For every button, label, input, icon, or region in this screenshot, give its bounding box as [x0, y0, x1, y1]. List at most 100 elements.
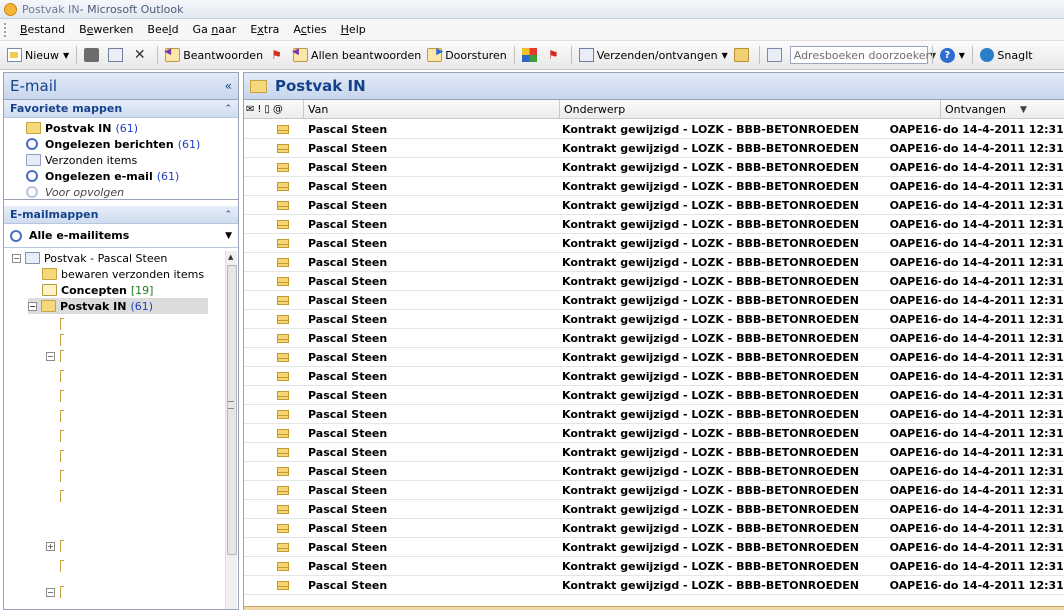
message-row[interactable]: Pascal Steen Kontrakt gewijzigd - LOZK - … [244, 158, 1064, 177]
message-row[interactable]: Pascal Steen Kontrakt gewijzigd - LOZK - … [244, 576, 1064, 595]
menu-ga-naar[interactable]: Ga naar [186, 23, 244, 36]
menu-beeld[interactable]: Beeld [140, 23, 185, 36]
tree-concepten[interactable]: Concepten [19] [42, 282, 153, 298]
send-receive-button[interactable]: Verzenden/ontvangen ▼ [576, 44, 731, 66]
subfolder-icon[interactable] [60, 334, 64, 346]
folder-button[interactable] [731, 44, 755, 66]
favorite-voor-opvolgen[interactable]: Voor opvolgen [26, 184, 238, 200]
menu-grip[interactable] [4, 22, 7, 37]
column-received[interactable]: Ontvangen [941, 100, 1061, 118]
help-dropdown-icon[interactable]: ▼ [959, 51, 965, 60]
print-button[interactable] [81, 44, 105, 66]
column-subject[interactable]: Onderwerp [560, 100, 941, 118]
help-button[interactable]: ? ▼ [937, 44, 968, 66]
categorize-button[interactable] [519, 44, 543, 66]
scroll-up-icon[interactable]: ▲ [228, 253, 233, 261]
collapse-section-icon[interactable]: ⌃ [224, 104, 232, 114]
address-book-button[interactable] [764, 44, 788, 66]
favorite-verzonden-items[interactable]: Verzonden items [26, 152, 238, 168]
subfolder-icon[interactable] [60, 350, 64, 362]
column-icons[interactable]: ✉ ! ▯ @ [244, 100, 304, 118]
collapse-icon[interactable]: − [28, 301, 37, 311]
expand-icon[interactable]: + [46, 542, 55, 551]
message-row[interactable]: Pascal Steen Kontrakt gewijzigd - LOZK - … [244, 139, 1064, 158]
new-button[interactable]: Nieuw ▼ [4, 44, 72, 66]
message-row[interactable]: Pascal Steen Kontrakt gewijzigd - LOZK - … [244, 405, 1064, 424]
message-row[interactable]: Pascal Steen Kontrakt gewijzigd - LOZK - … [244, 329, 1064, 348]
snagit-button[interactable]: SnagIt [977, 44, 1036, 66]
address-book-search-input[interactable]: Adresboeken doorzoeker ▼ [789, 46, 936, 64]
menu-bestand[interactable]: Bestand [13, 23, 72, 36]
subfolder-icon[interactable] [60, 318, 64, 330]
new-dropdown-icon[interactable]: ▼ [63, 51, 69, 60]
favorites-header[interactable]: Favoriete mappen ⌃ [4, 100, 238, 118]
menu-bewerken[interactable]: Bewerken [72, 23, 140, 36]
mail-folders-header[interactable]: E-mailmappen ⌃ [4, 206, 238, 224]
message-row[interactable]: Pascal Steen Kontrakt gewijzigd - LOZK - … [244, 234, 1064, 253]
tree-bewaren-verzonden-items[interactable]: bewaren verzonden items [42, 266, 204, 282]
tree-mailbox[interactable]: − Postvak - Pascal Steen [12, 250, 167, 266]
subfolder-icon[interactable] [60, 450, 64, 462]
message-row[interactable]: Pascal Steen Kontrakt gewijzigd - LOZK - … [244, 424, 1064, 443]
collapse-icon[interactable]: − [46, 352, 55, 361]
all-mail-items-selector[interactable]: Alle e-mailitems ▼ [4, 224, 238, 248]
message-row[interactable]: Pascal Steen Kontrakt gewijzigd - LOZK - … [244, 310, 1064, 329]
send-receive-dropdown-icon[interactable]: ▼ [722, 51, 728, 60]
outlook-app-icon[interactable] [4, 2, 17, 16]
scrollbar-thumb[interactable] [227, 265, 237, 555]
message-row[interactable]: Pascal Steen Kontrakt gewijzigd - LOZK - … [244, 538, 1064, 557]
favorite-ongelezen-berichten[interactable]: Ongelezen berichten (61) [26, 136, 238, 152]
subfolder-icon[interactable] [60, 390, 64, 402]
follow-up-button[interactable]: ⚑ [543, 44, 567, 66]
message-row[interactable]: Pascal Steen Kontrakt gewijzigd - LOZK - … [244, 443, 1064, 462]
message-row[interactable]: Pascal Steen Kontrakt gewijzigd - LOZK - … [244, 272, 1064, 291]
sort-descending-icon[interactable]: ▼ [1020, 105, 1027, 115]
message-row[interactable]: Pascal Steen Kontrakt gewijzigd - LOZK - … [244, 291, 1064, 310]
message-row[interactable]: Pascal Steen Kontrakt gewijzigd - LOZK - … [244, 386, 1064, 405]
message-row[interactable]: Pascal Steen Kontrakt gewijzigd - LOZK - … [244, 196, 1064, 215]
message-row[interactable]: Pascal Steen Kontrakt gewijzigd - LOZK - … [244, 120, 1064, 139]
message-row[interactable]: Pascal Steen Kontrakt gewijzigd - LOZK - … [244, 348, 1064, 367]
favorite-ongelezen-email[interactable]: Ongelezen e-mail (61) [26, 168, 238, 184]
flag-button[interactable]: ⚑ [266, 44, 290, 66]
reply-button[interactable]: Beantwoorden [162, 44, 266, 66]
collapse-pane-icon[interactable]: « [225, 79, 232, 93]
subfolder-icon[interactable] [60, 560, 64, 572]
message-row[interactable]: Pascal Steen Kontrakt gewijzigd - LOZK - … [244, 481, 1064, 500]
menu-help[interactable]: Help [334, 23, 373, 36]
forward-button[interactable]: Doorsturen [424, 44, 510, 66]
delete-button[interactable]: ✕ [129, 44, 153, 66]
message-row[interactable]: Pascal Steen Kontrakt gewijzigd - LOZK - … [244, 215, 1064, 234]
collapse-icon[interactable]: − [46, 588, 55, 597]
chevron-down-icon[interactable]: ▼ [225, 231, 232, 241]
document-icon[interactable]: ▯ [264, 104, 270, 115]
reading-pane-edge[interactable] [244, 606, 1064, 610]
tree-postvak-in[interactable]: − Postvak IN (61) [28, 298, 208, 314]
message-row[interactable]: Pascal Steen Kontrakt gewijzigd - LOZK - … [244, 462, 1064, 481]
message-row[interactable]: Pascal Steen Kontrakt gewijzigd - LOZK - … [244, 253, 1064, 272]
menu-acties[interactable]: Acties [286, 23, 333, 36]
menu-extra[interactable]: Extra [243, 23, 286, 36]
collapse-icon[interactable]: − [12, 253, 21, 263]
move-button[interactable] [105, 44, 129, 66]
column-from[interactable]: Van [304, 100, 560, 118]
subfolder-icon[interactable] [60, 410, 64, 422]
subfolder-icon[interactable] [60, 540, 64, 552]
message-row[interactable]: Pascal Steen Kontrakt gewijzigd - LOZK - … [244, 177, 1064, 196]
subfolder-icon[interactable] [60, 370, 64, 382]
subfolder-icon[interactable] [60, 430, 64, 442]
message-row[interactable]: Pascal Steen Kontrakt gewijzigd - LOZK - … [244, 557, 1064, 576]
subfolder-icon[interactable] [60, 470, 64, 482]
importance-icon[interactable]: ! [257, 104, 261, 115]
folder-tree-scrollbar[interactable]: ▲ [225, 251, 237, 609]
message-row[interactable]: Pascal Steen Kontrakt gewijzigd - LOZK - … [244, 367, 1064, 386]
attachment-icon[interactable]: @ [273, 104, 283, 115]
subfolder-icon[interactable] [60, 586, 64, 598]
favorite-postvak-in[interactable]: Postvak IN (61) [26, 120, 238, 136]
message-row[interactable]: Pascal Steen Kontrakt gewijzigd - LOZK - … [244, 500, 1064, 519]
message-row[interactable]: Pascal Steen Kontrakt gewijzigd - LOZK - … [244, 519, 1064, 538]
subfolder-icon[interactable] [60, 490, 64, 502]
reply-all-button[interactable]: Allen beantwoorden [290, 44, 424, 66]
collapse-section-icon[interactable]: ⌃ [224, 210, 232, 220]
sort-icon[interactable]: ✉ [246, 104, 254, 115]
